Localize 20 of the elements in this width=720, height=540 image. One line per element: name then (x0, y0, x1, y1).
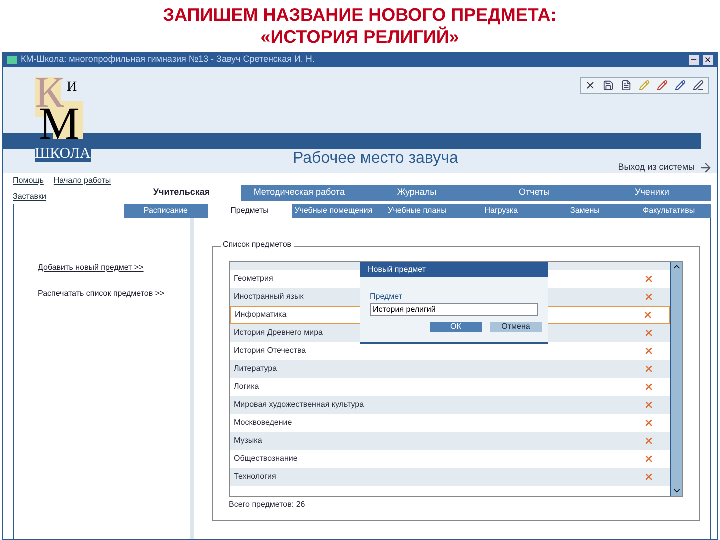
window-title: КМ-Школа: многопрофильная гимназия №13 - Завуч Сретенская И. Н. (21, 53, 315, 66)
subject-name: Геометрия (234, 273, 274, 285)
slide-title: ЗАПИШЕМ НАЗВАНИЕ НОВОГО ПРЕДМЕТА: (163, 4, 557, 26)
subject-name: История Древнего мира (234, 327, 323, 339)
field-label: Предмет (369, 291, 404, 303)
subject-name: Информатика (235, 309, 287, 321)
subject-name: Иностранный язык (234, 291, 304, 303)
subject-name: Мировая художественная культура (234, 399, 364, 411)
total-count: Всего предметов: 26 (229, 499, 306, 511)
subject-name: Технология (234, 471, 276, 483)
subject-name: Музыка (234, 435, 262, 447)
subject-name: История Отечества (234, 345, 306, 357)
panel-title: Список предметов (221, 241, 294, 249)
slide-title: «ИСТОРИЯ РЕЛИГИЙ» (260, 26, 460, 48)
subject-name: Логика (234, 381, 260, 393)
subject-name: Обществознание (234, 453, 298, 465)
dialog-title: Новый предмет (360, 262, 548, 277)
subject-name: Литература (234, 363, 278, 375)
page-title: Рабочее место завуча (293, 149, 458, 169)
subject-name: Москвоведение (234, 417, 292, 429)
